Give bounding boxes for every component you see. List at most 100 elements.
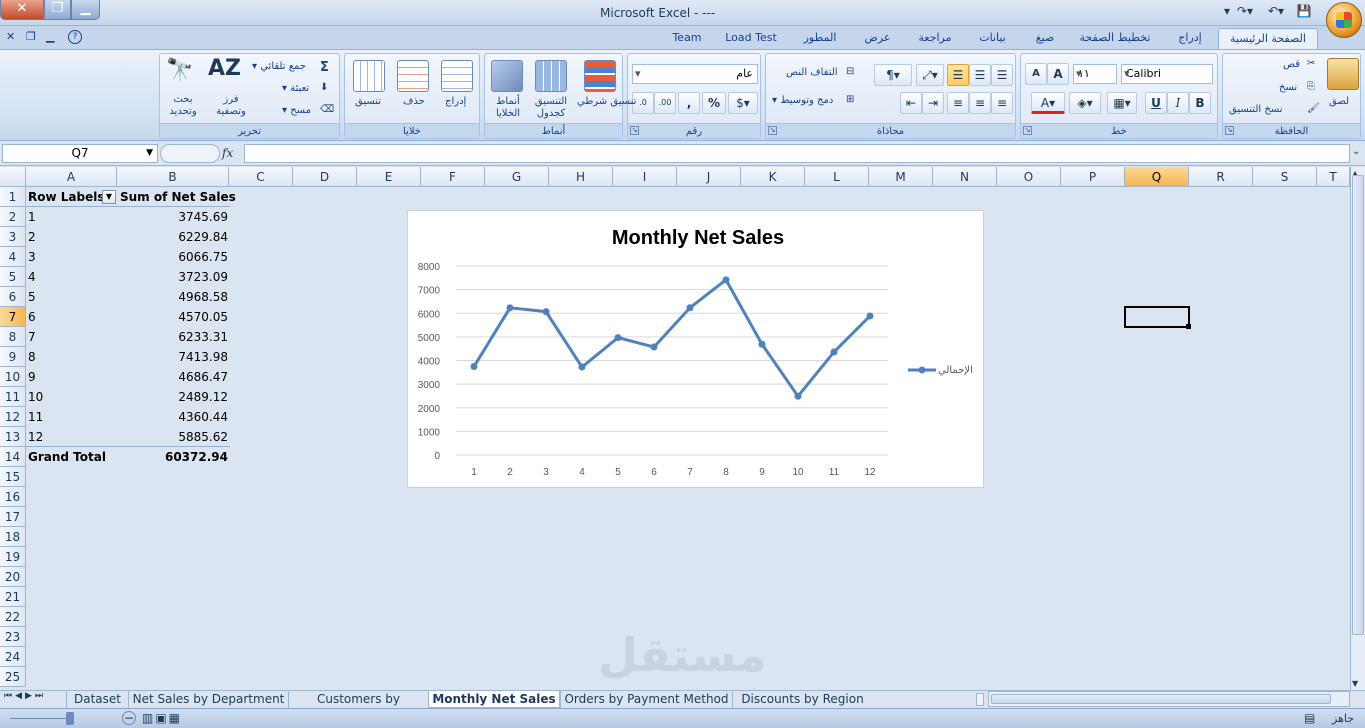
pivot-row-label[interactable]: 1 <box>28 207 36 227</box>
underline-button[interactable]: U <box>1145 92 1167 114</box>
paste-icon[interactable] <box>1327 58 1359 90</box>
increase-indent-icon[interactable]: ⇥ <box>922 92 944 114</box>
column-header-m[interactable]: M <box>869 167 933 187</box>
decrease-indent-icon[interactable]: ⇤ <box>900 92 922 114</box>
vertical-scroll-thumb[interactable] <box>1352 175 1364 635</box>
row-header-19[interactable]: 19 <box>0 547 26 567</box>
pivot-grand-total-label[interactable]: Grand Total <box>28 447 106 467</box>
row-header-1[interactable]: 1 <box>0 187 26 207</box>
tab-developer[interactable]: المطور <box>795 31 845 44</box>
merge-center-icon[interactable]: ⊞ <box>846 94 854 105</box>
row-header-10[interactable]: 10 <box>0 367 26 387</box>
row-header-7[interactable]: 7 <box>0 307 26 327</box>
undo-icon[interactable]: ↶▾ <box>1262 4 1290 22</box>
copy-icon[interactable]: ⎘ <box>1307 81 1315 92</box>
zoom-slider-thumb[interactable] <box>66 712 74 725</box>
column-header-h[interactable]: H <box>549 167 613 187</box>
insert-cells-button[interactable]: إدراج <box>445 96 466 107</box>
pivot-row-label[interactable]: 3 <box>28 247 36 267</box>
column-header-k[interactable]: K <box>741 167 805 187</box>
row-header-25[interactable]: 25 <box>0 667 26 687</box>
autosum-icon[interactable]: Σ <box>320 60 329 75</box>
align-left-icon[interactable]: ≡ <box>947 92 969 114</box>
row-header-6[interactable]: 6 <box>0 287 26 307</box>
wrap-text-icon[interactable]: ⊟ <box>846 66 854 77</box>
align-center-icon[interactable]: ≡ <box>969 92 991 114</box>
sheet-nav-icons[interactable]: ⏮◀▶⏭ <box>4 691 46 701</box>
percent-button[interactable]: % <box>702 92 726 114</box>
row-header-20[interactable]: 20 <box>0 567 26 587</box>
pivot-row-value[interactable]: 4570.05 <box>120 307 228 327</box>
column-header-f[interactable]: F <box>421 167 485 187</box>
fill-button[interactable]: ▾ تعبئة <box>282 83 309 94</box>
vertical-scrollbar[interactable]: ▲ ▼ <box>1350 167 1365 690</box>
zoom-out-icon[interactable]: − <box>122 711 136 725</box>
scroll-down-icon[interactable]: ▼ <box>1352 679 1358 688</box>
wrap-text-button[interactable]: التفاف النص <box>786 67 838 78</box>
bold-button[interactable]: B <box>1189 92 1211 114</box>
format-painter-button[interactable]: نسخ التنسيق <box>1229 104 1282 115</box>
pivot-row-label[interactable]: 7 <box>28 327 36 347</box>
fill-icon[interactable]: ⬇ <box>320 82 328 93</box>
conditional-format-button[interactable]: تنسيق شرطي <box>577 96 636 107</box>
row-header-3[interactable]: 3 <box>0 227 26 247</box>
copy-button[interactable]: نسخ <box>1279 82 1297 93</box>
redo-icon[interactable]: ↷▾ <box>1232 4 1258 22</box>
row-header-4[interactable]: 4 <box>0 247 26 267</box>
row-header-11[interactable]: 11 <box>0 387 26 407</box>
cut-icon[interactable]: ✂ <box>1307 58 1315 69</box>
tab-load-test[interactable]: Load Test <box>720 31 782 44</box>
row-header-23[interactable]: 23 <box>0 627 26 647</box>
format-cells-icon[interactable] <box>353 60 385 92</box>
row-header-2[interactable]: 2 <box>0 207 26 227</box>
pivot-grand-total-value[interactable]: 60372.94 <box>120 447 228 467</box>
insert-function-button[interactable]: fx <box>222 146 233 160</box>
increase-decimal-icon[interactable]: .00 <box>654 92 676 114</box>
sort-filter-icon[interactable]: AZ <box>208 56 241 81</box>
pivot-row-value[interactable]: 4686.47 <box>120 367 228 387</box>
row-header-5[interactable]: 5 <box>0 267 26 287</box>
find-select-icon[interactable]: 🔭 <box>166 58 193 83</box>
formula-input[interactable] <box>244 144 1350 163</box>
tab-page-layout[interactable]: تخطيط الصفحة <box>1075 31 1155 44</box>
help-icon[interactable]: ? <box>68 30 82 44</box>
pivot-row-value[interactable]: 7413.98 <box>120 347 228 367</box>
save-icon[interactable]: 💾 <box>1296 4 1312 22</box>
merge-center-button[interactable]: ▾ دمج وتوسيط <box>772 95 833 106</box>
row-header-14[interactable]: 14 <box>0 447 26 467</box>
row-header-16[interactable]: 16 <box>0 487 26 507</box>
horizontal-scroll-thumb[interactable] <box>991 694 1331 704</box>
orientation-icon[interactable]: ⤢▾ <box>916 64 944 86</box>
macro-record-icon[interactable]: ▤ <box>1304 711 1315 725</box>
row-header-17[interactable]: 17 <box>0 507 26 527</box>
rtl-direction-icon[interactable]: ¶▾ <box>874 64 912 86</box>
sort-filter-button[interactable]: فرز وتصفية <box>208 94 254 118</box>
column-header-n[interactable]: N <box>933 167 997 187</box>
workbook-close-icon[interactable]: ✕ <box>6 30 15 43</box>
monthly-net-sales-chart[interactable]: Monthly Net Sales 0 1000 2000 3000 4000 5000 60… <box>407 210 984 488</box>
column-header-i[interactable]: I <box>613 167 677 187</box>
pivot-row-value[interactable]: 5885.62 <box>120 427 228 447</box>
pivot-filter-dropdown-icon[interactable]: ▼ <box>102 190 116 204</box>
column-header-q[interactable]: Q <box>1125 167 1189 187</box>
clear-icon[interactable]: ⌫ <box>320 104 334 115</box>
formula-splitter[interactable] <box>160 144 220 163</box>
tab-view[interactable]: عرض <box>855 31 900 44</box>
pivot-row-label[interactable]: 8 <box>28 347 36 367</box>
row-header-18[interactable]: 18 <box>0 527 26 547</box>
tab-home[interactable]: الصفحة الرئيسية <box>1218 28 1318 51</box>
font-name-combo[interactable]: Calibri ▾ <box>1121 64 1213 84</box>
pivot-row-label[interactable]: 2 <box>28 227 36 247</box>
pivot-row-value[interactable]: 3745.69 <box>120 207 228 227</box>
find-select-button[interactable]: بحث وتحديد <box>162 94 204 118</box>
alignment-launcher-icon[interactable]: ↘ <box>768 126 777 135</box>
accounting-format-icon[interactable]: $▾ <box>728 92 758 114</box>
maximize-window-button[interactable]: ❐ <box>44 0 71 20</box>
clipboard-launcher-icon[interactable]: ↘ <box>1225 126 1234 135</box>
insert-cells-icon[interactable] <box>441 60 473 92</box>
row-header-15[interactable]: 15 <box>0 467 26 487</box>
sheet-tab-3[interactable]: Monthly Net Sales <box>428 691 560 708</box>
pivot-row-value[interactable]: 6066.75 <box>120 247 228 267</box>
grow-font-icon[interactable]: A <box>1047 63 1069 85</box>
column-header-c[interactable]: C <box>229 167 293 187</box>
